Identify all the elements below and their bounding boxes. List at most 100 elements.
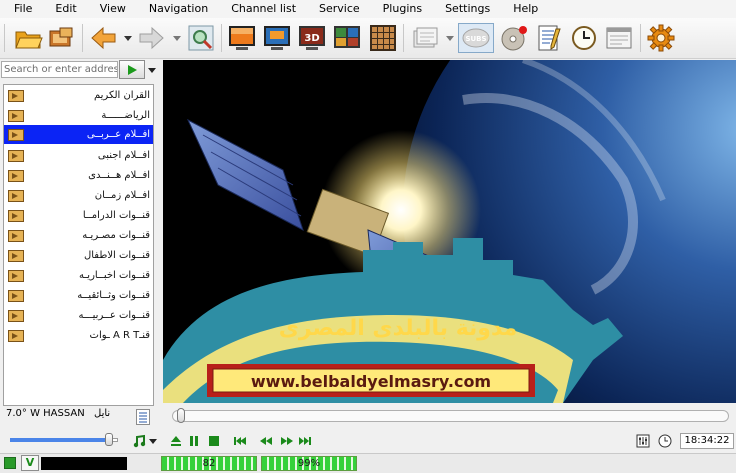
channel-item[interactable]: قنـA R T ـوات — [4, 326, 153, 345]
folder-icon — [8, 150, 24, 162]
rewind-button[interactable] — [258, 433, 274, 449]
audio-dropdown-button[interactable] — [148, 433, 158, 449]
channel-list-toggle-button[interactable] — [136, 409, 150, 425]
channel-item[interactable]: قنــوات اخبــاريـه — [4, 266, 153, 285]
folder-icon — [8, 270, 24, 282]
channel-item[interactable]: افــلام هــنــدى — [4, 166, 153, 185]
seek-thumb[interactable] — [177, 408, 185, 423]
satellite-position: 7.0° W HASSAN — [6, 408, 85, 419]
menu-bar: File Edit View Navigation Channel list S… — [0, 0, 736, 18]
timer-icon — [658, 434, 672, 448]
satellite-name: نايل — [94, 408, 111, 419]
channel-item[interactable]: القران الكريم — [4, 86, 153, 105]
channel-label: قنــوات اخبــاريـه — [79, 270, 150, 281]
volume-thumb[interactable] — [105, 433, 113, 446]
stop-button[interactable] — [206, 433, 222, 449]
folder-icon — [8, 330, 24, 342]
menu-edit[interactable]: Edit — [41, 0, 85, 18]
menu-help[interactable]: Help — [499, 0, 547, 18]
grid-icon[interactable] — [368, 23, 398, 53]
url-text: www.belbaldyelmasry.com — [251, 372, 491, 391]
folder-icon — [8, 110, 24, 122]
channel-item-selected[interactable]: افــلام عــربــى — [4, 125, 153, 144]
menu-view[interactable]: View — [86, 0, 135, 18]
settings-gear-icon[interactable] — [646, 23, 676, 53]
epg-icon[interactable] — [410, 23, 440, 53]
status-led — [4, 457, 16, 469]
search-address-input[interactable]: Search or enter address — [1, 61, 118, 78]
channel-label: قنــوات وثــائقيــه — [77, 290, 150, 301]
menu-file[interactable]: File — [0, 0, 41, 18]
pause-button[interactable] — [186, 433, 202, 449]
screen-blue-icon[interactable] — [262, 23, 292, 53]
equalizer-icon — [636, 434, 650, 448]
window-icon[interactable] — [604, 23, 634, 53]
folder-icon — [8, 210, 24, 222]
toolbar-separator — [82, 24, 83, 52]
subtitles-icon[interactable]: SUBS — [458, 23, 494, 53]
channel-label: قنــوات الدرامــا — [82, 210, 150, 221]
toolbar-grip — [4, 24, 5, 52]
back-arrow-icon[interactable] — [88, 23, 118, 53]
eject-button[interactable] — [168, 433, 184, 449]
channel-label: القران الكريم — [93, 90, 150, 101]
epg-dropdown-icon[interactable] — [444, 23, 456, 53]
status-v-button[interactable]: V — [21, 455, 39, 471]
record-disc-icon[interactable] — [499, 23, 529, 53]
toolbar-separator — [640, 24, 641, 52]
3d-icon[interactable]: 3D — [297, 23, 327, 53]
signal-value: 82 — [202, 458, 216, 469]
eject-icon — [171, 436, 181, 446]
audio-track-button[interactable] — [131, 433, 147, 449]
media-icon[interactable] — [46, 23, 76, 53]
channel-item[interactable]: افــلام زمــان — [4, 186, 153, 205]
quality-value: 99% — [297, 458, 321, 469]
channel-label: قنــوات مصـريـه — [82, 230, 150, 241]
channel-label: قنــوات الاطفال — [83, 250, 150, 261]
chevron-down-icon — [148, 68, 156, 73]
forward-dropdown-icon[interactable] — [171, 23, 183, 53]
notepad-icon[interactable] — [534, 23, 564, 53]
forward-arrow-icon[interactable] — [137, 23, 167, 53]
scan-icon[interactable] — [186, 23, 216, 53]
video-frame: مدونة بالبلدى المصرى www.belbaldyelmasry… — [163, 60, 736, 403]
menu-navigation[interactable]: Navigation — [135, 0, 217, 18]
channel-item[interactable]: افــلام اجنبى — [4, 146, 153, 165]
channel-item[interactable]: الرياضــــــة — [4, 106, 153, 125]
channel-item[interactable]: قنــوات مصـريـه — [4, 226, 153, 245]
channel-label: افــلام عــربــى — [86, 129, 150, 140]
channel-label: قنـA R T ـوات — [89, 330, 150, 341]
fast-forward-button[interactable] — [279, 433, 295, 449]
channel-label: الرياضــــــة — [101, 110, 150, 121]
channel-item[interactable]: قنــوات الاطفال — [4, 246, 153, 265]
address-menu-button[interactable] — [147, 63, 157, 77]
folder-icon — [8, 170, 24, 182]
menu-settings[interactable]: Settings — [431, 0, 499, 18]
menu-service[interactable]: Service — [305, 0, 369, 18]
back-dropdown-icon[interactable] — [122, 23, 134, 53]
folder-icon — [8, 230, 24, 242]
timer-button[interactable] — [657, 433, 673, 449]
svg-text:3D: 3D — [304, 33, 319, 44]
menu-plugins[interactable]: Plugins — [369, 0, 431, 18]
folder-icon — [8, 290, 24, 302]
skip-forward-button[interactable] — [297, 433, 313, 449]
folder-icon — [8, 310, 24, 322]
skip-back-button[interactable] — [232, 433, 248, 449]
channel-item[interactable]: قنــوات عــربيـــه — [4, 306, 153, 325]
toolbar-separator — [221, 24, 222, 52]
screen-orange-icon[interactable] — [227, 23, 257, 53]
channel-item[interactable]: قنــوات الدرامــا — [4, 206, 153, 225]
channel-item[interactable]: قنــوات وثــائقيــه — [4, 286, 153, 305]
video-area[interactable]: مدونة بالبلدى المصرى www.belbaldyelmasry… — [163, 60, 736, 403]
status-info-area — [41, 457, 127, 470]
equalizer-button[interactable] — [635, 433, 651, 449]
signal-meter: 82 — [161, 456, 257, 471]
open-folder-icon[interactable] — [13, 23, 43, 53]
seek-bar[interactable] — [172, 410, 729, 422]
mosaic-icon[interactable] — [332, 23, 362, 53]
channel-list[interactable]: القران الكريم الرياضــــــة افــلام عــر… — [3, 84, 154, 406]
go-button[interactable] — [119, 60, 145, 79]
menu-channel-list[interactable]: Channel list — [217, 0, 305, 18]
clock-icon[interactable] — [569, 23, 599, 53]
